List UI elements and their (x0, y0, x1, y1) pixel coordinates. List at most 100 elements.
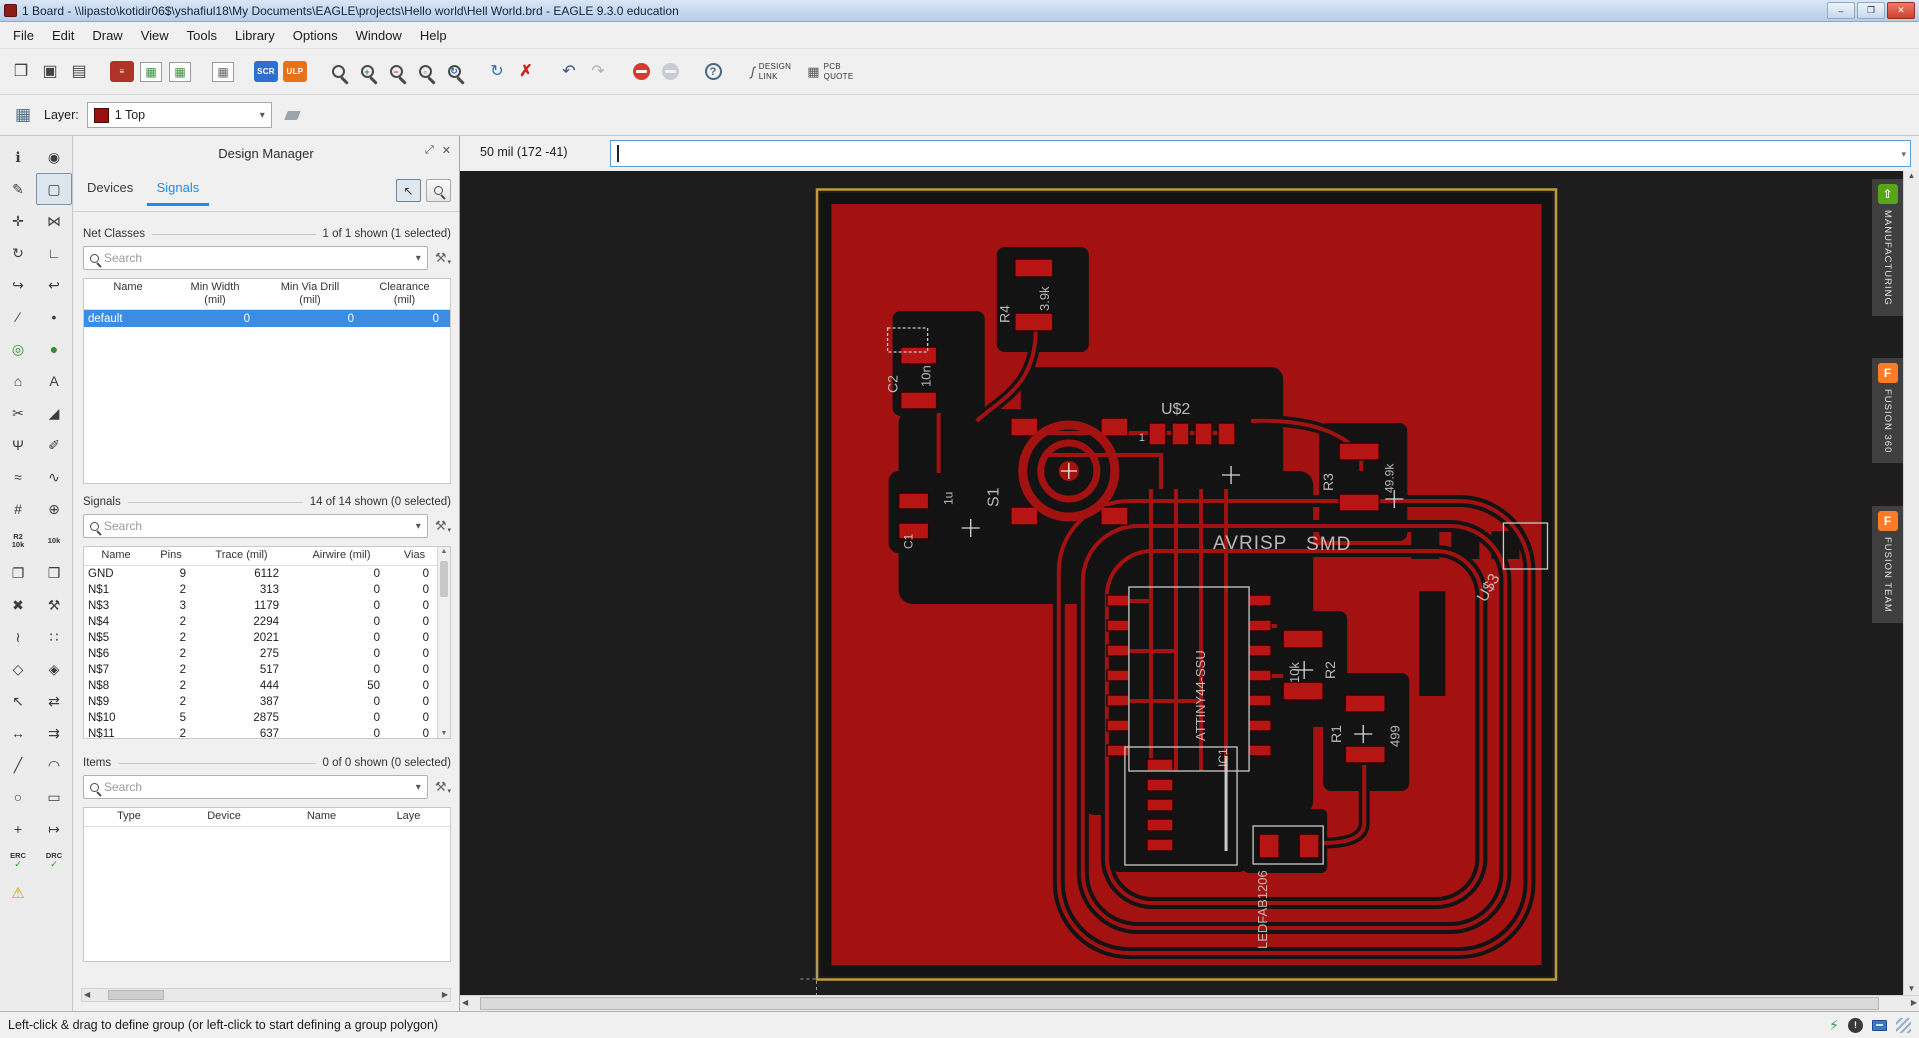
switch-board-button[interactable]: ▦ (167, 58, 193, 86)
net-class-filter-button[interactable]: ⚒ ▾ (435, 250, 451, 266)
highlight-button[interactable]: ↖ (396, 179, 421, 202)
table-row[interactable]: N$1 2 313 0 0 (84, 582, 450, 598)
column-header[interactable]: Airwire (mil) (289, 547, 394, 565)
menu-item[interactable]: Tools (178, 23, 226, 48)
column-header[interactable]: Vias (394, 547, 435, 565)
redo-button[interactable]: ↷ (585, 58, 611, 86)
scroll-right-icon[interactable]: ▶ (1911, 998, 1917, 1007)
open-schematic-button[interactable]: ▦ (138, 58, 164, 86)
signals-scrollbar[interactable]: ▲ ▼ (437, 547, 450, 738)
zoom-out-button[interactable]: − (383, 58, 409, 86)
ripup-icon[interactable]: ↩ (36, 269, 72, 301)
group-icon[interactable]: ▢ (36, 173, 72, 205)
cancel-button[interactable]: ✗ (513, 58, 539, 86)
net-class-search-input[interactable] (104, 251, 411, 265)
close-panel-icon[interactable]: ✕ (442, 144, 451, 157)
paste-icon[interactable]: ❒ (36, 557, 72, 589)
distribute-icon[interactable]: ⇉ (36, 717, 72, 749)
table-row[interactable]: N$4 2 2294 0 0 (84, 614, 450, 630)
column-header[interactable]: Pins (148, 547, 194, 565)
value-icon[interactable]: R2 10k (0, 525, 36, 557)
miter-icon[interactable]: ◢ (36, 397, 72, 429)
drc-button[interactable]: DRC ✓ (36, 845, 72, 877)
text-icon[interactable]: A (36, 365, 72, 397)
display-icon[interactable]: ✎ (0, 173, 36, 205)
fork-icon[interactable]: Ψ (0, 429, 36, 461)
spreadsheet-button[interactable]: ▦ (210, 58, 236, 86)
run-ulp-button[interactable]: ULP (282, 58, 308, 86)
table-row[interactable]: GND 9 6112 0 0 (84, 566, 450, 582)
copy-icon[interactable]: ❐ (0, 557, 36, 589)
alert-status-icon[interactable]: ! (1848, 1017, 1863, 1033)
pad-icon[interactable]: ● (36, 333, 72, 365)
menu-item[interactable]: Library (226, 23, 284, 48)
tab-fusion-team[interactable]: F FUSION TEAM (1872, 506, 1903, 624)
column-header[interactable]: Laye (369, 808, 448, 826)
scroll-down-icon[interactable]: ▼ (441, 730, 448, 737)
tab-fusion-360[interactable]: F FUSION 360 (1872, 357, 1903, 464)
save-button[interactable]: ▣ (37, 58, 63, 86)
run-script-button[interactable]: SCR (253, 58, 279, 86)
align-icon[interactable]: ∟ (36, 237, 72, 269)
polygon-icon[interactable]: ⌂ (0, 365, 36, 397)
column-header[interactable]: Name (84, 547, 148, 565)
grid-button[interactable]: ▦ (10, 102, 36, 128)
command-input[interactable] (611, 141, 1910, 166)
items-search-input[interactable] (104, 780, 411, 794)
board-canvas[interactable]: R4 3.9k C2 10n U$2 1 S1 C1 1u AVRISP SMD… (460, 171, 1919, 995)
table-row[interactable]: N$8 2 444 50 0 (84, 678, 450, 694)
info-icon[interactable]: ℹ (0, 141, 36, 173)
menu-item[interactable]: Edit (43, 23, 83, 48)
swap-icon[interactable]: ⇄ (36, 685, 72, 717)
scroll-left-icon[interactable]: ◀ (84, 990, 90, 999)
rotate-icon[interactable]: ↻ (0, 237, 36, 269)
tab-devices[interactable]: Devices (77, 170, 143, 203)
items-search[interactable]: ▾ (83, 775, 428, 799)
layer-dropdown[interactable]: 1 Top ▾ (86, 102, 272, 128)
open-board-button[interactable]: ❒ (8, 58, 34, 86)
mirror-icon[interactable]: ⋈ (36, 205, 72, 237)
cam-processor-button[interactable]: ≡ (109, 58, 135, 86)
tab-manufacturing[interactable]: ⇧ MANUFACTURING (1872, 179, 1903, 316)
menu-item[interactable]: File (4, 23, 43, 48)
zoom-select-button[interactable]: ▫ (412, 58, 438, 86)
canvas-vertical-scrollbar[interactable]: ▲ ▼ (1903, 171, 1919, 995)
undo-button[interactable]: ↶ (556, 58, 582, 86)
wrench-icon[interactable]: ⚒ (36, 589, 72, 621)
circle-icon[interactable]: ○ (0, 781, 36, 813)
scroll-thumb[interactable] (108, 990, 164, 1000)
rect-icon[interactable]: ▭ (36, 781, 72, 813)
signals-search[interactable]: ▾ (83, 514, 428, 538)
close-button[interactable]: ✕ (1887, 2, 1915, 19)
minimize-button[interactable]: – (1827, 2, 1855, 19)
table-row[interactable]: N$10 5 2875 0 0 (84, 710, 450, 726)
delete-icon[interactable]: ✖ (0, 589, 36, 621)
resize-grip[interactable] (1896, 1017, 1911, 1033)
spacer[interactable] (36, 877, 72, 909)
items-filter-button[interactable]: ⚒ ▾ (435, 779, 451, 795)
table-row[interactable]: N$9 2 387 0 0 (84, 694, 450, 710)
line-icon[interactable]: ╱ (0, 749, 36, 781)
table-row[interactable]: N$3 3 1179 0 0 (84, 598, 450, 614)
stop-button[interactable] (628, 58, 654, 86)
ripup-net-icon[interactable]: ≀ (0, 621, 36, 653)
menu-item[interactable]: Help (411, 23, 456, 48)
scroll-left-icon[interactable]: ◀ (462, 998, 468, 1007)
column-header[interactable]: Type (84, 808, 174, 826)
column-header[interactable]: Name (84, 279, 172, 309)
table-row[interactable]: N$6 2 275 0 0 (84, 646, 450, 662)
junction-icon[interactable]: • (36, 301, 72, 333)
dimension-icon[interactable]: ↦ (36, 813, 72, 845)
signals-search-input[interactable] (104, 519, 411, 533)
tag-icon[interactable]: ◇ (0, 653, 36, 685)
move-group-icon[interactable]: ↖ (0, 685, 36, 717)
scroll-thumb[interactable] (440, 561, 448, 597)
scroll-down-icon[interactable]: ▼ (1904, 984, 1919, 993)
zoom-to-button[interactable] (426, 179, 451, 202)
pcb-quote-button[interactable]: ▦ PCB QUOTE (807, 62, 853, 80)
grid-edit-icon[interactable]: # (0, 493, 36, 525)
meander-icon[interactable]: ≈ (0, 461, 36, 493)
panel-horizontal-scrollbar[interactable]: ◀ ▶ (81, 988, 451, 1002)
table-row[interactable]: N$5 2 2021 0 0 (84, 630, 450, 646)
menu-item[interactable]: Options (284, 23, 347, 48)
